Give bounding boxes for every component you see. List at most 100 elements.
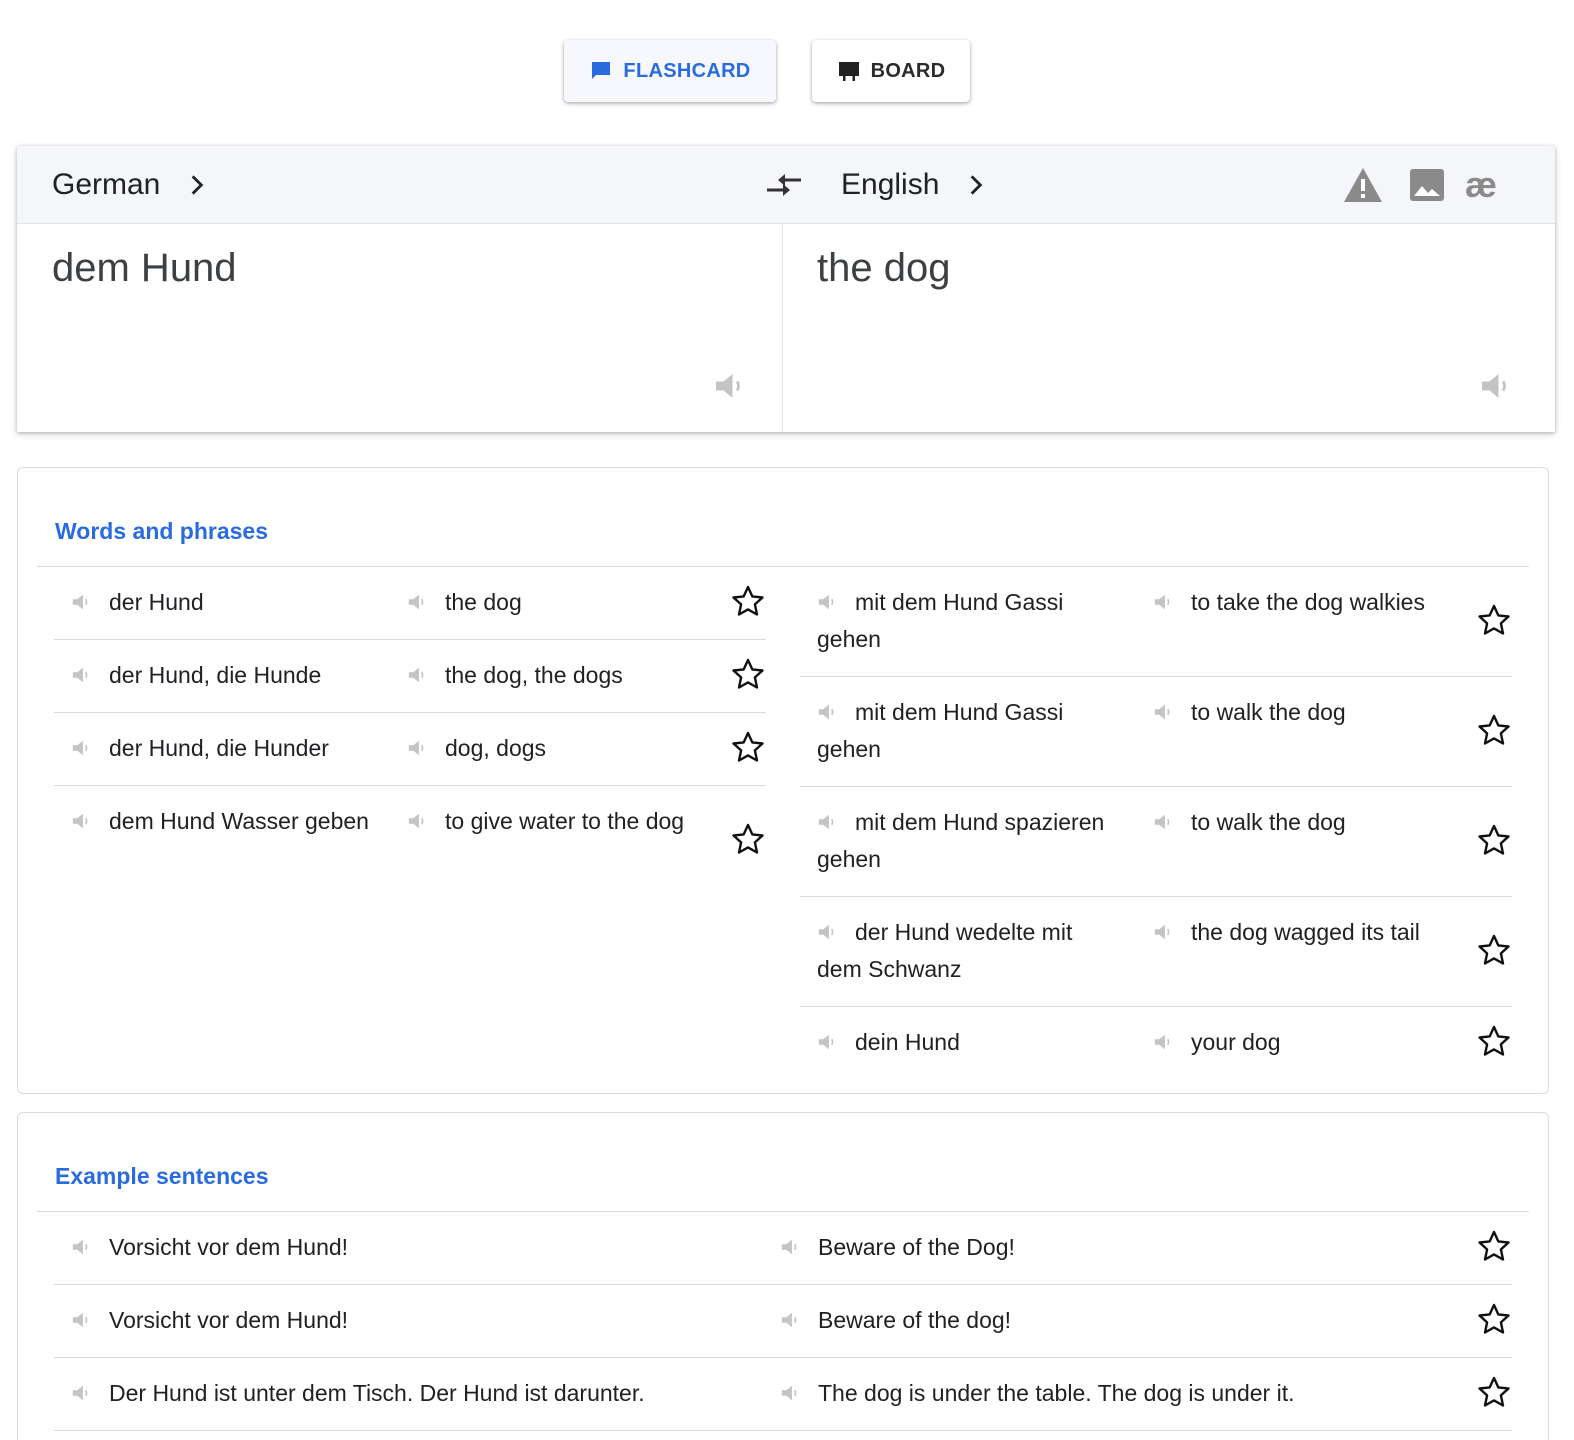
chevron-right-icon [192, 175, 204, 195]
swap-languages-button[interactable] [765, 168, 803, 202]
speaker-icon[interactable] [71, 810, 93, 832]
phrase-source: der Hund, die Hunder [71, 730, 371, 767]
phrase-target: dog, dogs [407, 730, 707, 767]
phrase-source: der Hund [71, 584, 371, 621]
example-source-text: Vorsicht vor dem Hund! [109, 1307, 349, 1333]
speaker-icon[interactable] [817, 591, 839, 613]
phrase-target-text: the dog wagged its tail [1191, 919, 1420, 945]
examples-section-title: Example sentences [55, 1163, 269, 1189]
star-icon[interactable] [1476, 1024, 1512, 1060]
speaker-icon[interactable] [407, 810, 429, 832]
example-sentences-card: Example sentences Vorsicht vor dem Hund!… [17, 1112, 1549, 1440]
example-row: Vorsicht vor dem Hund! Beware of the Dog! [54, 1212, 1512, 1285]
phrase-row: der Hund wedelte mit dem Schwanz the dog … [800, 897, 1512, 1007]
phrase-source: mit dem Hund Gassi gehen [817, 694, 1117, 768]
swap-arrows-icon [767, 174, 801, 196]
phrase-target-text: dog, dogs [445, 735, 547, 761]
star-icon[interactable] [1476, 1229, 1512, 1265]
example-target: The dog is under the table. The dog is u… [780, 1375, 1440, 1412]
speaker-icon[interactable] [71, 1382, 93, 1404]
speaker-icon[interactable] [1153, 591, 1175, 613]
language-bar: German English æ [17, 146, 1555, 224]
phonetic-glyph: æ [1465, 164, 1498, 205]
example-row: Vorsicht vor dem Hund! Beware of the dog! [54, 1285, 1512, 1358]
phrase-source-text: mit dem Hund spazieren gehen [817, 809, 1105, 872]
phrase-source: der Hund, die Hunde [71, 657, 371, 694]
easel-icon [838, 62, 859, 81]
translation-panel: German English æ dem Hund the dog [17, 146, 1555, 432]
example-target-text: The dog is under the table. The dog is u… [818, 1380, 1295, 1406]
phrase-source: dem Hund Wasser geben [71, 803, 371, 840]
speaker-icon[interactable] [1153, 921, 1175, 943]
words-and-phrases-card: Words and phrases der Hund the dog der Hun… [17, 467, 1549, 1094]
phrase-target: the dog wagged its tail [1153, 914, 1453, 951]
star-icon[interactable] [1476, 1302, 1512, 1338]
speaker-icon[interactable] [1153, 811, 1175, 833]
speaker-icon[interactable] [71, 737, 93, 759]
speaker-icon[interactable] [1153, 701, 1175, 723]
speaker-icon[interactable] [407, 591, 429, 613]
phrase-target-text: the dog [445, 589, 522, 615]
phrase-source-text: der Hund, die Hunde [109, 662, 322, 688]
phrase-row: der Hund, die Hunder dog, dogs [54, 713, 766, 786]
star-icon[interactable] [1476, 823, 1512, 859]
phrase-target-text: the dog, the dogs [445, 662, 623, 688]
star-icon[interactable] [730, 730, 766, 766]
target-language-selector[interactable]: English [841, 146, 989, 224]
speaker-icon[interactable] [407, 737, 429, 759]
phrase-target-text: your dog [1191, 1029, 1281, 1055]
example-row: Der Hund ist unter dem Tisch. Der Hund i… [54, 1358, 1512, 1431]
phrase-target-text: to take the dog walkies [1191, 589, 1425, 615]
phrase-target-text: to walk the dog [1191, 809, 1346, 835]
example-source: Vorsicht vor dem Hund! [71, 1302, 771, 1339]
phrase-target: the dog [407, 584, 707, 621]
speaker-icon[interactable] [713, 368, 749, 404]
speaker-icon[interactable] [780, 1382, 802, 1404]
speaker-icon[interactable] [780, 1309, 802, 1331]
example-source: Vorsicht vor dem Hund! [71, 1229, 771, 1266]
speaker-icon[interactable] [817, 1031, 839, 1053]
speaker-icon[interactable] [71, 591, 93, 613]
phrase-row: der Hund the dog [54, 567, 766, 640]
speaker-icon[interactable] [1479, 368, 1515, 404]
speaker-icon[interactable] [407, 664, 429, 686]
comment-icon [592, 62, 611, 79]
star-icon[interactable] [1476, 713, 1512, 749]
phrase-source-text: dein Hund [855, 1029, 960, 1055]
phrase-row: mit dem Hund Gassi gehen to take the dog … [800, 567, 1512, 677]
speaker-icon[interactable] [817, 811, 839, 833]
star-icon[interactable] [730, 822, 766, 858]
phrase-source: dein Hund [817, 1024, 1117, 1061]
speaker-icon[interactable] [71, 1236, 93, 1258]
board-button[interactable]: BOARD [812, 40, 970, 102]
star-icon[interactable] [1476, 603, 1512, 639]
speaker-icon[interactable] [817, 921, 839, 943]
star-icon[interactable] [730, 657, 766, 693]
phrase-row: mit dem Hund spazieren gehen to walk the … [800, 787, 1512, 897]
phrase-source: der Hund wedelte mit dem Schwanz [817, 914, 1117, 988]
speaker-icon[interactable] [71, 664, 93, 686]
example-target: Beware of the Dog! [780, 1229, 1440, 1266]
star-icon[interactable] [1476, 933, 1512, 969]
flashcard-button[interactable]: FLASHCARD [564, 40, 776, 102]
example-target-text: Beware of the Dog! [818, 1234, 1015, 1260]
phrase-row: dem Hund Wasser geben to give water to th… [54, 786, 766, 896]
image-icon[interactable] [1409, 166, 1445, 204]
source-language-selector[interactable]: German [52, 146, 210, 224]
speaker-icon[interactable] [780, 1236, 802, 1258]
target-text: the dog [817, 246, 951, 290]
speaker-icon[interactable] [1153, 1031, 1175, 1053]
phrase-source-text: mit dem Hund Gassi gehen [817, 589, 1064, 652]
words-column-left: der Hund the dog der Hund, die Hunde the do… [54, 567, 766, 896]
alert-icon[interactable] [1343, 166, 1383, 204]
speaker-icon[interactable] [817, 701, 839, 723]
phrase-source-text: dem Hund Wasser geben [109, 808, 369, 834]
speaker-icon[interactable] [71, 1309, 93, 1331]
example-source-text: Der Hund ist unter dem Tisch. Der Hund i… [109, 1380, 645, 1406]
phrase-target: to take the dog walkies [1153, 584, 1453, 621]
phonetic-icon[interactable]: æ [1465, 166, 1505, 204]
example-source: Der Hund ist unter dem Tisch. Der Hund i… [71, 1375, 771, 1412]
star-icon[interactable] [1476, 1375, 1512, 1411]
target-language-label: English [841, 168, 940, 201]
star-icon[interactable] [730, 584, 766, 620]
